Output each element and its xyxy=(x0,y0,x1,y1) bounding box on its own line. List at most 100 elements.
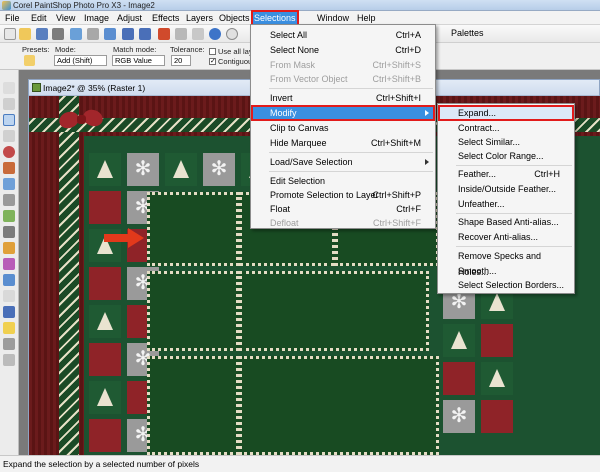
menu-item-select-none[interactable]: Select None Ctrl+D xyxy=(251,42,435,58)
palettes-label[interactable]: Palettes xyxy=(451,28,484,38)
submenu-item-inside-outside-feather[interactable]: Inside/Outside Feather... xyxy=(438,181,574,197)
tile: ✻ xyxy=(203,153,235,186)
tolerance-label: Tolerance: xyxy=(170,45,205,54)
tile xyxy=(481,400,513,433)
menu-item-modify[interactable]: Modify xyxy=(251,105,435,121)
selections-menu: Select All Ctrl+A Select None Ctrl+D From … xyxy=(250,24,436,229)
preset-icon[interactable] xyxy=(24,55,35,66)
photo-frame xyxy=(239,356,439,455)
menu-adjust[interactable]: Adjust xyxy=(115,11,144,25)
tile xyxy=(89,305,121,338)
menu-item-load-save-selection[interactable]: Load/Save Selection xyxy=(251,154,435,170)
text-icon[interactable] xyxy=(3,290,15,302)
submenu-item-recover-antialias[interactable]: Recover Anti-alias... xyxy=(438,229,574,245)
menu-item-clip-to-canvas[interactable]: Clip to Canvas xyxy=(251,120,435,136)
menu-view[interactable]: View xyxy=(54,11,77,25)
status-text: Expand the selection by a selected numbe… xyxy=(3,459,200,469)
use-all-layers-label: Use all lay xyxy=(218,47,253,56)
tile xyxy=(89,343,121,376)
menu-item-defloat[interactable]: Defloat Ctrl+Shift+F xyxy=(251,215,435,231)
clone-icon[interactable] xyxy=(3,178,15,190)
submenu-arrow-icon xyxy=(425,110,429,116)
submenu-item-expand[interactable]: Expand... xyxy=(438,105,574,121)
print-icon[interactable] xyxy=(70,28,82,40)
brush-icon[interactable] xyxy=(3,226,15,238)
new-icon[interactable] xyxy=(4,28,16,40)
photo-frame xyxy=(239,271,429,351)
pen-icon[interactable] xyxy=(3,322,15,334)
menu-effects[interactable]: Effects xyxy=(150,11,181,25)
menu-window[interactable]: Window xyxy=(315,11,351,25)
dodge-icon[interactable] xyxy=(3,210,15,222)
photo-frame-selected[interactable] xyxy=(147,192,239,266)
tile xyxy=(165,153,197,186)
tile xyxy=(481,324,513,357)
picture-tube-icon[interactable] xyxy=(3,258,15,270)
scan-icon[interactable] xyxy=(52,28,64,40)
tile xyxy=(89,267,121,300)
match-mode-select[interactable]: RGB Value xyxy=(112,55,165,66)
title-bar: Corel PaintShop Photo Pro X3 - Image2 xyxy=(0,0,600,11)
shape-icon[interactable] xyxy=(3,306,15,318)
tile: ✻ xyxy=(443,400,475,433)
menu-item-select-all[interactable]: Select All Ctrl+A xyxy=(251,27,435,43)
selection-icon[interactable] xyxy=(3,114,15,126)
submenu-item-feather[interactable]: Feather... Ctrl+H xyxy=(438,166,574,182)
menu-file[interactable]: File xyxy=(3,11,22,25)
arrow-annotation xyxy=(104,228,144,248)
status-bar: Expand the selection by a selected numbe… xyxy=(0,455,600,472)
scratch-remover-icon[interactable] xyxy=(3,194,15,206)
eraser-icon[interactable] xyxy=(3,242,15,254)
submenu-arrow-icon xyxy=(425,159,429,165)
photo-frame xyxy=(147,271,239,351)
menu-item-from-vector-object[interactable]: From Vector Object Ctrl+Shift+B xyxy=(251,71,435,87)
paste-icon[interactable] xyxy=(175,28,187,40)
document-title: Image2* @ 35% (Raster 1) xyxy=(43,83,146,93)
submenu-item-select-selection-borders[interactable]: Select Selection Borders... xyxy=(438,277,574,293)
open-icon[interactable] xyxy=(19,28,31,40)
menu-item-hide-marquee[interactable]: Hide Marquee Ctrl+Shift+M xyxy=(251,135,435,151)
menu-layers[interactable]: Layers xyxy=(184,11,215,25)
tile xyxy=(89,153,121,186)
warp-icon[interactable] xyxy=(3,338,15,350)
red-eye-icon[interactable] xyxy=(3,146,15,158)
contiguous-checkbox[interactable]: ✓ xyxy=(209,58,216,65)
menu-edit[interactable]: Edit xyxy=(29,11,49,25)
zoom-icon[interactable] xyxy=(226,28,238,40)
use-all-layers-checkbox[interactable] xyxy=(209,48,216,55)
submenu-item-shape-based-antialias[interactable]: Shape Based Anti-alias... xyxy=(438,214,574,230)
makeover-icon[interactable] xyxy=(3,162,15,174)
menu-help[interactable]: Help xyxy=(355,11,378,25)
menu-separator xyxy=(269,171,433,172)
redo-icon[interactable] xyxy=(139,28,151,40)
menu-separator xyxy=(269,152,433,153)
move-icon[interactable] xyxy=(3,130,15,142)
menu-item-invert[interactable]: Invert Ctrl+Shift+I xyxy=(251,90,435,106)
submenu-item-unfeather[interactable]: Unfeather... xyxy=(438,196,574,212)
menu-objects[interactable]: Objects xyxy=(217,11,252,25)
tile xyxy=(89,191,121,224)
submenu-item-remove-specks[interactable]: Remove Specks and Holes... xyxy=(438,248,574,277)
zoom-tool-icon[interactable] xyxy=(3,98,15,110)
photo-frame xyxy=(147,356,239,455)
tile xyxy=(89,381,121,414)
submenu-item-select-color-range[interactable]: Select Color Range... xyxy=(438,148,574,164)
undo-icon[interactable] xyxy=(122,28,134,40)
tolerance-input[interactable]: 20 xyxy=(171,55,191,66)
app-icon xyxy=(2,1,11,10)
crop-icon[interactable] xyxy=(192,28,204,40)
fill-icon[interactable] xyxy=(3,274,15,286)
striped-ribbon xyxy=(59,96,79,455)
menu-selections[interactable]: Selections xyxy=(251,10,299,26)
pan-icon[interactable] xyxy=(3,82,15,94)
info-icon[interactable] xyxy=(209,28,221,40)
mode-select[interactable]: Add (Shift) xyxy=(54,55,107,66)
save-as-icon[interactable] xyxy=(104,28,116,40)
menu-bar: File Edit View Image Adjust Effects Laye… xyxy=(0,10,600,26)
match-mode-label: Match mode: xyxy=(113,45,157,54)
save-icon[interactable] xyxy=(36,28,48,40)
mesh-icon[interactable] xyxy=(3,354,15,366)
menu-image[interactable]: Image xyxy=(82,11,111,25)
cut-icon[interactable] xyxy=(158,28,170,40)
copy-icon[interactable] xyxy=(87,28,99,40)
